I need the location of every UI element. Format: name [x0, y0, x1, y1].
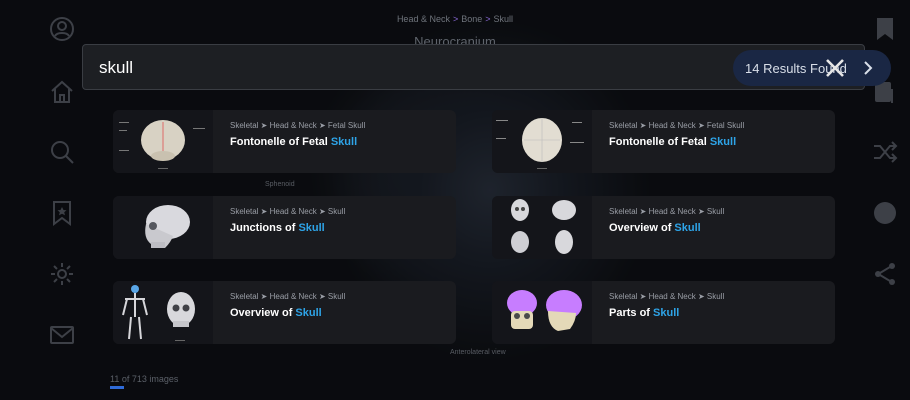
home-icon[interactable] — [47, 77, 77, 107]
result-category-path: Skeletal ➤ Head & Neck ➤ Skull — [609, 207, 725, 216]
result-card[interactable]: Skeletal ➤ Head & Neck ➤ Skull Junctions… — [113, 196, 456, 259]
result-title: Fontonelle of Fetal Skull — [609, 136, 737, 148]
results-found-button[interactable]: 14 Results Found — [733, 50, 891, 86]
background-breadcrumb: Head & Neck > Bone > Skull — [396, 14, 514, 24]
close-icon[interactable] — [823, 56, 847, 80]
result-category-path: Skeletal ➤ Head & Neck ➤ Skull — [609, 292, 725, 301]
result-card[interactable]: Skeletal ➤ Head & Neck ➤ Fetal Skull Fon… — [492, 110, 835, 173]
result-title-highlight: Skull — [653, 307, 680, 319]
result-category-path: Skeletal ➤ Head & Neck ➤ Fetal Skull — [609, 121, 745, 130]
search-bar: 14 Results Found — [82, 44, 891, 90]
result-category-path: Skeletal ➤ Head & Neck ➤ Skull — [230, 292, 346, 301]
result-category-path: Skeletal ➤ Head & Neck ➤ Skull — [230, 207, 346, 216]
result-card[interactable]: Skeletal ➤ Head & Neck ➤ Skull Parts of … — [492, 281, 835, 344]
mail-icon[interactable] — [47, 320, 77, 350]
result-thumbnail — [492, 281, 592, 344]
result-title: Fontonelle of Fetal Skull — [230, 136, 358, 148]
shuffle-icon[interactable] — [870, 137, 900, 167]
result-title: Junctions of Skull — [230, 222, 325, 234]
chevron-right-icon — [864, 61, 873, 75]
result-thumbnail — [113, 281, 213, 344]
background-label-sphenoid: Sphenoid — [265, 181, 295, 188]
result-card[interactable]: Skeletal ➤ Head & Neck ➤ Fetal Skull Fon… — [113, 110, 456, 173]
search-icon[interactable] — [47, 137, 77, 167]
result-title: Overview of Skull — [230, 307, 322, 319]
image-count: 11 of 713 images — [110, 374, 179, 384]
result-category-path: Skeletal ➤ Head & Neck ➤ Fetal Skull — [230, 121, 366, 130]
result-card[interactable]: Skeletal ➤ Head & Neck ➤ Skull Overview … — [113, 281, 456, 344]
result-thumbnail — [113, 110, 213, 173]
result-card[interactable]: Skeletal ➤ Head & Neck ➤ Skull Overview … — [492, 196, 835, 259]
result-title-highlight: Skull — [674, 222, 701, 234]
result-thumbnail — [492, 110, 592, 173]
result-title-highlight: Skull — [330, 136, 358, 148]
bookmark-icon[interactable] — [870, 14, 900, 44]
background-label-view: Anterolateral view — [450, 349, 506, 356]
share-icon[interactable] — [870, 259, 900, 289]
result-title: Overview of Skull — [609, 222, 701, 234]
search-input[interactable] — [99, 57, 599, 79]
info-icon[interactable] — [870, 198, 900, 228]
result-thumbnail — [492, 196, 592, 259]
result-title-highlight: Skull — [295, 307, 322, 319]
image-count-progress — [110, 386, 124, 389]
result-title: Parts of Skull — [609, 307, 680, 319]
user-icon[interactable] — [47, 14, 77, 44]
result-thumbnail — [113, 196, 213, 259]
bookmark-icon[interactable] — [47, 198, 77, 228]
settings-icon[interactable] — [47, 259, 77, 289]
result-title-highlight: Skull — [298, 222, 325, 234]
result-title-highlight: Skull — [709, 136, 737, 148]
